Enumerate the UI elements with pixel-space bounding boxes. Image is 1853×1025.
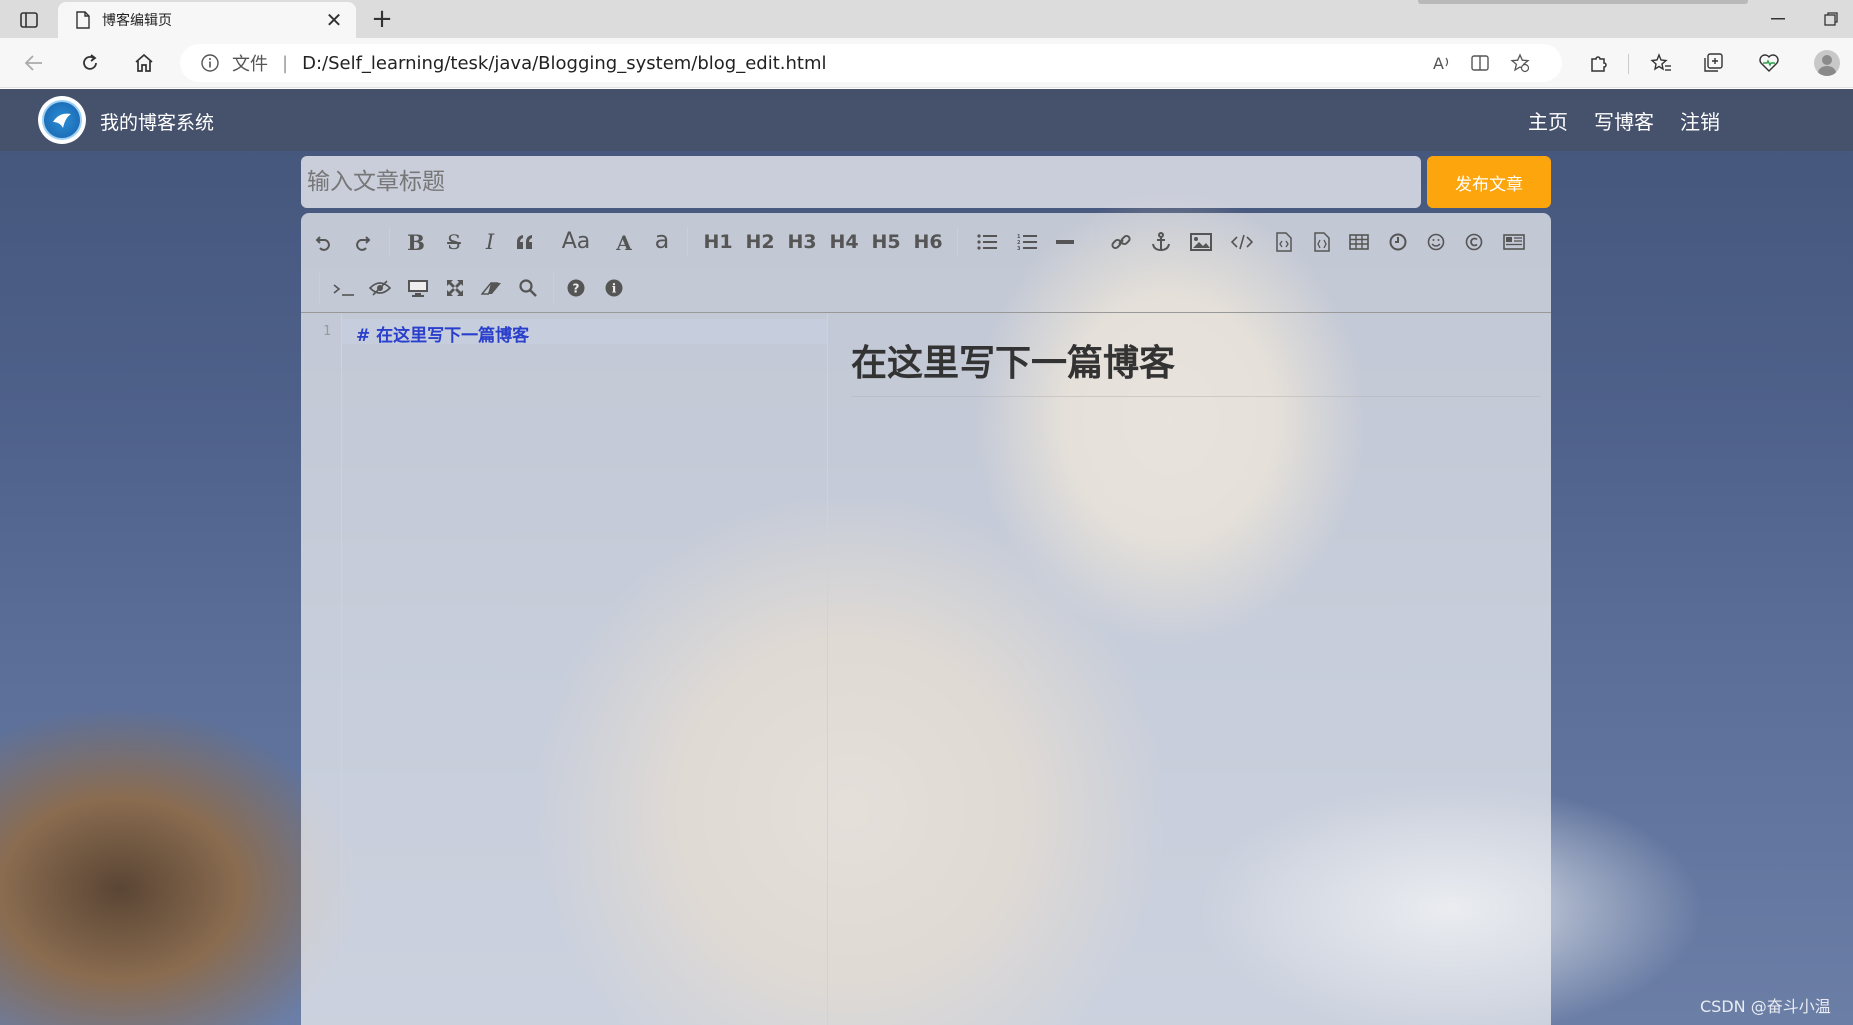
heading-2-button[interactable]: H2 — [745, 227, 775, 257]
fullscreen-icon[interactable] — [443, 273, 467, 303]
file-label: 文件 — [232, 54, 268, 75]
code-inline-icon[interactable] — [1229, 227, 1255, 257]
toolbar-separator — [957, 227, 958, 257]
favorite-star-icon[interactable] — [1510, 53, 1530, 73]
heading-3-button[interactable]: H3 — [787, 227, 817, 257]
extensions-icon[interactable] — [1586, 50, 1612, 76]
toggle-watch-icon[interactable] — [367, 273, 393, 303]
csdn-watermark: CSDN @奋斗小温 — [1700, 997, 1831, 1016]
help-icon[interactable]: ? — [565, 273, 587, 303]
svg-text:3: 3 — [1017, 246, 1021, 251]
pagebreak-icon[interactable] — [1501, 227, 1527, 257]
title-row: 发布文章 — [301, 156, 1551, 208]
browser-toolbar: 文件 | D:/Self_learning/tesk/java/Blogging… — [0, 38, 1853, 88]
heading-6-button[interactable]: H6 — [913, 227, 943, 257]
home-icon[interactable] — [128, 47, 160, 79]
font-case-icon[interactable]: Aa — [559, 226, 593, 256]
svg-text:A: A — [1433, 54, 1444, 73]
about-info-icon[interactable]: i — [603, 273, 625, 303]
uppercase-icon[interactable]: A — [613, 228, 635, 258]
strikethrough-icon[interactable]: S — [443, 227, 465, 257]
refresh-icon[interactable] — [74, 47, 106, 79]
info-icon[interactable] — [200, 53, 220, 73]
tabbar-shadow — [1418, 0, 1748, 4]
favorites-icon[interactable] — [1648, 50, 1674, 76]
preview-heading: 在这里写下一篇博客 — [851, 334, 1541, 397]
browser-tab-bar: 博客编辑页 ✕ + — [0, 0, 1853, 38]
read-aloud-icon[interactable]: A — [1432, 53, 1452, 73]
code-block-icon[interactable] — [1273, 227, 1295, 257]
site-logo — [38, 96, 86, 144]
preview-icon[interactable] — [405, 273, 431, 303]
goto-line-icon[interactable] — [331, 275, 357, 305]
emoji-icon[interactable] — [1425, 227, 1447, 257]
datetime-icon[interactable] — [1387, 227, 1409, 257]
toolbar-separator — [553, 273, 554, 303]
heading-1-button[interactable]: H1 — [703, 227, 733, 257]
redo-icon[interactable] — [351, 227, 373, 257]
code-line[interactable]: # 在这里写下一篇博客 — [356, 321, 529, 346]
search-icon[interactable] — [517, 273, 539, 303]
link-icon[interactable] — [1109, 227, 1133, 257]
split-screen-icon[interactable] — [1470, 53, 1490, 73]
address-separator: | — [282, 52, 289, 74]
maximize-icon[interactable] — [1818, 6, 1844, 32]
site-title: 我的博客系统 — [100, 112, 215, 134]
browser-essentials-icon[interactable] — [1756, 50, 1782, 76]
close-tab-icon[interactable]: ✕ — [322, 8, 346, 32]
markdown-editor: B S I Aa A a H1 H2 H3 H4 H5 H6 123 ? i 1… — [301, 213, 1551, 1025]
table-icon[interactable] — [1347, 227, 1371, 257]
nav-write-link[interactable]: 写博客 — [1594, 106, 1654, 135]
minimize-icon[interactable] — [1765, 6, 1791, 32]
bold-icon[interactable]: B — [405, 227, 427, 257]
line-number-gutter: 1 — [301, 314, 342, 1025]
unordered-list-icon[interactable] — [975, 227, 999, 257]
heading-5-button[interactable]: H5 — [871, 227, 901, 257]
html-entities-icon[interactable] — [1463, 227, 1485, 257]
tab-actions-icon[interactable] — [14, 7, 44, 33]
publish-button[interactable]: 发布文章 — [1427, 156, 1551, 208]
address-bar[interactable]: 文件 | D:/Self_learning/tesk/java/Blogging… — [180, 44, 1562, 82]
url-text[interactable]: D:/Self_learning/tesk/java/Blogging_syst… — [302, 53, 826, 74]
preformatted-text-icon[interactable] — [1311, 227, 1333, 257]
clear-icon[interactable] — [479, 273, 505, 303]
toolbar-separator — [389, 227, 390, 257]
editor-toolbar: B S I Aa A a H1 H2 H3 H4 H5 H6 123 ? i — [301, 213, 1551, 313]
line-number: 1 — [323, 324, 331, 339]
markdown-code-area[interactable]: # 在这里写下一篇博客 — [342, 314, 828, 1025]
heading-4-button[interactable]: H4 — [829, 227, 859, 257]
horizontal-rule-icon[interactable] — [1055, 227, 1075, 257]
toolbar-divider — [1628, 54, 1629, 74]
nav-logout-link[interactable]: 注销 — [1680, 106, 1720, 135]
image-icon[interactable] — [1189, 227, 1213, 257]
anchor-icon[interactable] — [1149, 227, 1173, 257]
svg-text:?: ? — [573, 282, 580, 296]
markdown-preview-pane: 在这里写下一篇博客 — [829, 314, 1551, 1025]
toolbar-separator — [1091, 227, 1092, 257]
active-tab[interactable]: 博客编辑页 ✕ — [58, 2, 356, 38]
article-title-input[interactable] — [301, 156, 1421, 208]
tab-title: 博客编辑页 — [102, 13, 172, 29]
ordered-list-icon[interactable]: 123 — [1015, 227, 1039, 257]
blockquote-icon[interactable] — [513, 227, 537, 257]
nav-home-link[interactable]: 主页 — [1528, 106, 1568, 135]
site-nav-bar: 我的博客系统 主页 写博客 注销 — [0, 89, 1853, 151]
page-background: 我的博客系统 主页 写博客 注销 发布文章 B S I Aa A a — [0, 89, 1853, 1025]
toolbar-separator — [319, 273, 320, 303]
italic-icon[interactable]: I — [479, 227, 501, 257]
logo-mark-icon — [42, 100, 82, 140]
back-icon[interactable] — [18, 47, 50, 79]
collections-icon[interactable] — [1700, 50, 1726, 76]
lowercase-icon[interactable]: a — [651, 225, 673, 255]
svg-text:i: i — [612, 282, 617, 296]
toolbar-separator — [687, 227, 688, 257]
document-icon — [76, 11, 90, 29]
undo-icon[interactable] — [313, 227, 335, 257]
profile-avatar[interactable] — [1814, 50, 1840, 76]
new-tab-button[interactable]: + — [368, 4, 396, 34]
